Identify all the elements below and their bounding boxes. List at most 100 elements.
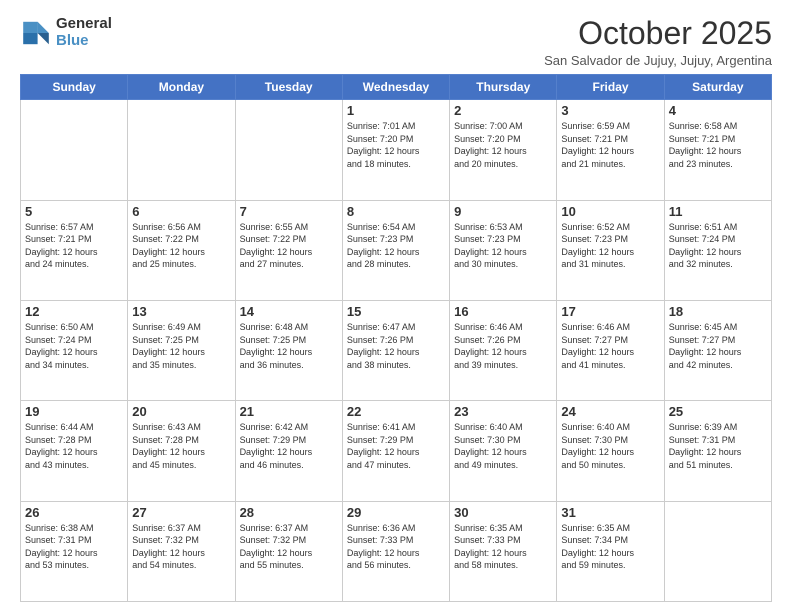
calendar-cell (21, 100, 128, 200)
day-info: Sunrise: 6:35 AM Sunset: 7:33 PM Dayligh… (454, 522, 552, 572)
day-info: Sunrise: 6:52 AM Sunset: 7:23 PM Dayligh… (561, 221, 659, 271)
calendar-cell: 24 Sunrise: 6:40 AM Sunset: 7:30 PM Dayli… (557, 401, 664, 501)
calendar-cell: 23 Sunrise: 6:40 AM Sunset: 7:30 PM Dayli… (450, 401, 557, 501)
day-info: Sunrise: 6:37 AM Sunset: 7:32 PM Dayligh… (240, 522, 338, 572)
day-info: Sunrise: 6:36 AM Sunset: 7:33 PM Dayligh… (347, 522, 445, 572)
calendar-cell: 10Sunrise: 6:52 AM Sunset: 7:23 PM Dayli… (557, 200, 664, 300)
calendar-cell: 9 Sunrise: 6:53 AM Sunset: 7:23 PM Daylig… (450, 200, 557, 300)
calendar-cell: 15Sunrise: 6:47 AM Sunset: 7:26 PM Dayli… (342, 300, 449, 400)
calendar-cell: 16Sunrise: 6:46 AM Sunset: 7:26 PM Dayli… (450, 300, 557, 400)
day-number: 9 (454, 204, 552, 219)
title-block: October 2025 San Salvador de Jujuy, Juju… (544, 16, 772, 68)
calendar-cell: 31Sunrise: 6:35 AM Sunset: 7:34 PM Dayli… (557, 501, 664, 601)
col-thursday: Thursday (450, 75, 557, 100)
calendar-week-4: 26Sunrise: 6:38 AM Sunset: 7:31 PM Dayli… (21, 501, 772, 601)
day-info: Sunrise: 6:37 AM Sunset: 7:32 PM Dayligh… (132, 522, 230, 572)
calendar-cell (664, 501, 771, 601)
page: General Blue October 2025 San Salvador d… (0, 0, 792, 612)
calendar-cell: 11Sunrise: 6:51 AM Sunset: 7:24 PM Dayli… (664, 200, 771, 300)
day-number: 31 (561, 505, 659, 520)
day-number: 8 (347, 204, 445, 219)
calendar-cell: 8 Sunrise: 6:54 AM Sunset: 7:23 PM Daylig… (342, 200, 449, 300)
day-info: Sunrise: 6:58 AM Sunset: 7:21 PM Dayligh… (669, 120, 767, 170)
day-info: Sunrise: 6:48 AM Sunset: 7:25 PM Dayligh… (240, 321, 338, 371)
day-number: 13 (132, 304, 230, 319)
day-number: 15 (347, 304, 445, 319)
calendar-cell: 12Sunrise: 6:50 AM Sunset: 7:24 PM Dayli… (21, 300, 128, 400)
day-info: Sunrise: 6:40 AM Sunset: 7:30 PM Dayligh… (561, 421, 659, 471)
day-number: 5 (25, 204, 123, 219)
logo-text: General Blue (56, 16, 112, 49)
day-number: 21 (240, 404, 338, 419)
day-info: Sunrise: 6:51 AM Sunset: 7:24 PM Dayligh… (669, 221, 767, 271)
day-number: 6 (132, 204, 230, 219)
calendar-week-0: 1 Sunrise: 7:01 AM Sunset: 7:20 PM Daylig… (21, 100, 772, 200)
calendar-cell: 21 Sunrise: 6:42 AM Sunset: 7:29 PM Dayli… (235, 401, 342, 501)
day-number: 17 (561, 304, 659, 319)
day-number: 4 (669, 103, 767, 118)
calendar-cell: 17 Sunrise: 6:46 AM Sunset: 7:27 PM Dayli… (557, 300, 664, 400)
calendar-cell: 3 Sunrise: 6:59 AM Sunset: 7:21 PM Daylig… (557, 100, 664, 200)
calendar-cell: 18Sunrise: 6:45 AM Sunset: 7:27 PM Dayli… (664, 300, 771, 400)
calendar-cell: 19 Sunrise: 6:44 AM Sunset: 7:28 PM Dayli… (21, 401, 128, 501)
calendar-cell: 4 Sunrise: 6:58 AM Sunset: 7:21 PM Daylig… (664, 100, 771, 200)
day-number: 18 (669, 304, 767, 319)
calendar-table: Sunday Monday Tuesday Wednesday Thursday… (20, 74, 772, 602)
day-number: 3 (561, 103, 659, 118)
day-info: Sunrise: 6:44 AM Sunset: 7:28 PM Dayligh… (25, 421, 123, 471)
calendar-cell: 29Sunrise: 6:36 AM Sunset: 7:33 PM Dayli… (342, 501, 449, 601)
subtitle: San Salvador de Jujuy, Jujuy, Argentina (544, 53, 772, 68)
calendar-header-row: Sunday Monday Tuesday Wednesday Thursday… (21, 75, 772, 100)
calendar-week-1: 5 Sunrise: 6:57 AM Sunset: 7:21 PM Daylig… (21, 200, 772, 300)
day-info: Sunrise: 6:42 AM Sunset: 7:29 PM Dayligh… (240, 421, 338, 471)
calendar-cell: 1 Sunrise: 7:01 AM Sunset: 7:20 PM Daylig… (342, 100, 449, 200)
day-number: 25 (669, 404, 767, 419)
col-monday: Monday (128, 75, 235, 100)
day-info: Sunrise: 6:54 AM Sunset: 7:23 PM Dayligh… (347, 221, 445, 271)
day-number: 28 (240, 505, 338, 520)
day-number: 2 (454, 103, 552, 118)
day-number: 23 (454, 404, 552, 419)
month-title: October 2025 (544, 16, 772, 51)
calendar-cell: 14 Sunrise: 6:48 AM Sunset: 7:25 PM Dayli… (235, 300, 342, 400)
logo-line2: Blue (56, 33, 112, 50)
day-info: Sunrise: 6:43 AM Sunset: 7:28 PM Dayligh… (132, 421, 230, 471)
calendar-cell: 20 Sunrise: 6:43 AM Sunset: 7:28 PM Dayli… (128, 401, 235, 501)
logo-line1: General (56, 16, 112, 33)
calendar-cell: 6 Sunrise: 6:56 AM Sunset: 7:22 PM Daylig… (128, 200, 235, 300)
col-saturday: Saturday (664, 75, 771, 100)
day-info: Sunrise: 6:49 AM Sunset: 7:25 PM Dayligh… (132, 321, 230, 371)
calendar-cell: 27 Sunrise: 6:37 AM Sunset: 7:32 PM Dayli… (128, 501, 235, 601)
calendar-cell: 13 Sunrise: 6:49 AM Sunset: 7:25 PM Dayli… (128, 300, 235, 400)
day-info: Sunrise: 6:59 AM Sunset: 7:21 PM Dayligh… (561, 120, 659, 170)
day-number: 14 (240, 304, 338, 319)
day-info: Sunrise: 6:39 AM Sunset: 7:31 PM Dayligh… (669, 421, 767, 471)
day-info: Sunrise: 7:01 AM Sunset: 7:20 PM Dayligh… (347, 120, 445, 170)
day-number: 1 (347, 103, 445, 118)
col-friday: Friday (557, 75, 664, 100)
day-info: Sunrise: 6:56 AM Sunset: 7:22 PM Dayligh… (132, 221, 230, 271)
day-number: 27 (132, 505, 230, 520)
day-info: Sunrise: 7:00 AM Sunset: 7:20 PM Dayligh… (454, 120, 552, 170)
day-number: 22 (347, 404, 445, 419)
calendar-week-3: 19 Sunrise: 6:44 AM Sunset: 7:28 PM Dayli… (21, 401, 772, 501)
logo-icon (20, 17, 52, 49)
day-info: Sunrise: 6:46 AM Sunset: 7:27 PM Dayligh… (561, 321, 659, 371)
col-wednesday: Wednesday (342, 75, 449, 100)
day-number: 19 (25, 404, 123, 419)
day-info: Sunrise: 6:40 AM Sunset: 7:30 PM Dayligh… (454, 421, 552, 471)
day-number: 24 (561, 404, 659, 419)
col-sunday: Sunday (21, 75, 128, 100)
calendar-cell (235, 100, 342, 200)
day-number: 20 (132, 404, 230, 419)
logo: General Blue (20, 16, 112, 49)
calendar-cell: 7Sunrise: 6:55 AM Sunset: 7:22 PM Daylig… (235, 200, 342, 300)
calendar-cell (128, 100, 235, 200)
day-info: Sunrise: 6:53 AM Sunset: 7:23 PM Dayligh… (454, 221, 552, 271)
day-number: 16 (454, 304, 552, 319)
day-info: Sunrise: 6:50 AM Sunset: 7:24 PM Dayligh… (25, 321, 123, 371)
day-info: Sunrise: 6:57 AM Sunset: 7:21 PM Dayligh… (25, 221, 123, 271)
day-info: Sunrise: 6:38 AM Sunset: 7:31 PM Dayligh… (25, 522, 123, 572)
col-tuesday: Tuesday (235, 75, 342, 100)
header: General Blue October 2025 San Salvador d… (20, 16, 772, 68)
